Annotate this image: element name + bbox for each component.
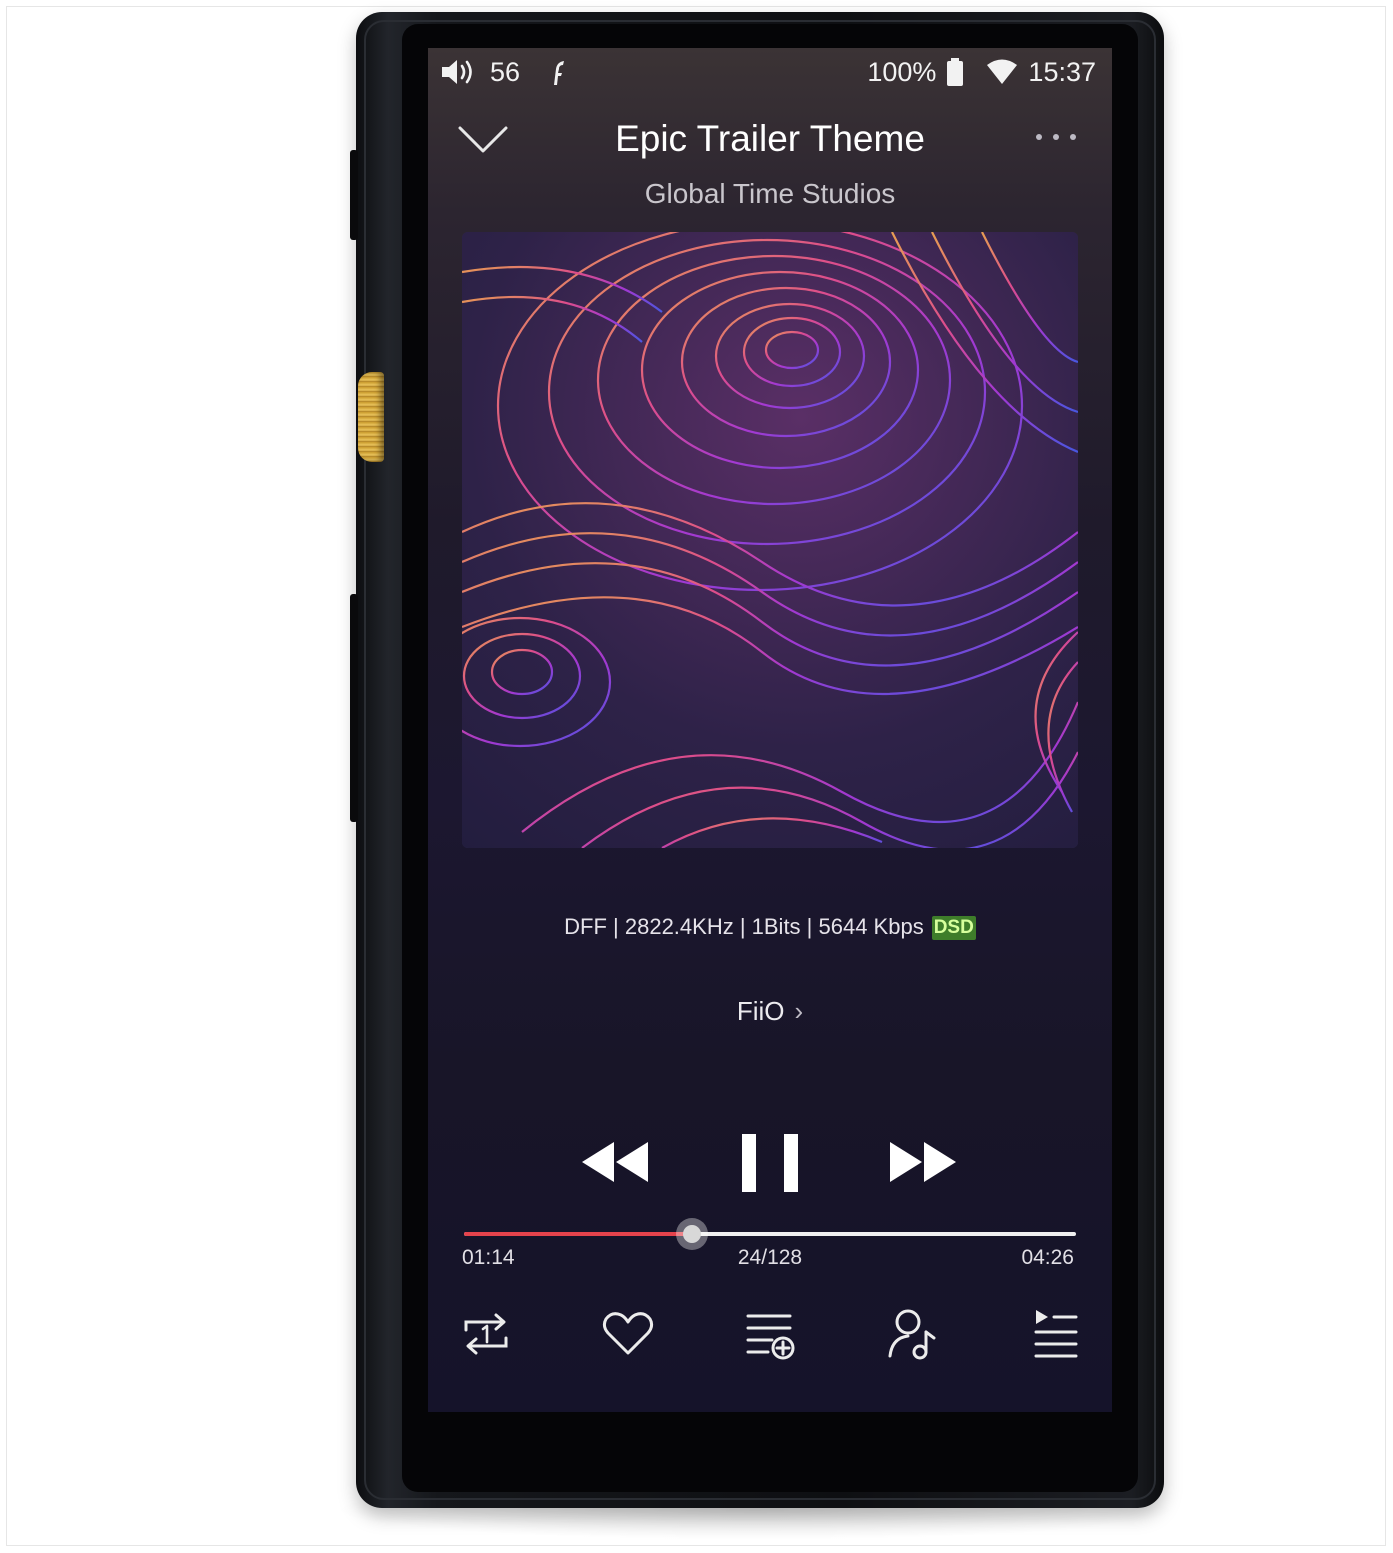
side-button-top <box>350 150 358 240</box>
now-playing-screen: 56 100% 15:37 Epic Trailer Theme Global … <box>428 48 1112 1412</box>
total-duration: 04:26 <box>1021 1246 1074 1269</box>
track-title: Epic Trailer Theme <box>615 118 925 159</box>
volume-knob[interactable] <box>358 372 384 462</box>
track-artist: Global Time Studios <box>644 178 896 209</box>
clock: 15:37 <box>1028 56 1096 87</box>
battery-percent: 100% <box>867 56 937 87</box>
artist-icon[interactable] <box>884 1306 940 1362</box>
chevron-right-icon: › <box>794 996 804 1026</box>
dsd-badge: DSD <box>931 916 976 940</box>
status-bar: 56 100% 15:37 <box>428 48 1112 96</box>
track-position: 24/128 <box>737 1246 803 1269</box>
source-link[interactable]: FiiO › <box>428 996 1112 1027</box>
pause-icon[interactable] <box>738 1132 802 1194</box>
progress-played <box>464 1232 693 1236</box>
add-to-playlist-icon[interactable] <box>742 1306 798 1362</box>
side-button-bottom <box>350 594 358 822</box>
more-icon[interactable] <box>1034 130 1078 144</box>
album-art <box>462 232 1078 848</box>
heart-icon[interactable] <box>600 1306 656 1362</box>
battery-icon <box>946 57 964 87</box>
format-text: DFF | 2822.4KHz | 1Bits | 5644 Kbps <box>564 914 924 939</box>
source-label: FiiO <box>736 996 785 1026</box>
wifi-icon <box>986 58 1018 86</box>
queue-icon[interactable] <box>1028 1306 1084 1362</box>
next-icon[interactable] <box>888 1138 958 1186</box>
audio-format-info: DFF | 2822.4KHz | 1Bits | 5644 Kbps DSD <box>428 914 1112 940</box>
repeat-one-icon[interactable] <box>458 1306 514 1362</box>
volume-level: 56 <box>490 56 521 87</box>
speaker-icon <box>440 57 478 87</box>
previous-icon[interactable] <box>580 1138 650 1186</box>
progress-bar[interactable] <box>464 1218 1076 1250</box>
fiio-logo-icon <box>546 57 566 87</box>
